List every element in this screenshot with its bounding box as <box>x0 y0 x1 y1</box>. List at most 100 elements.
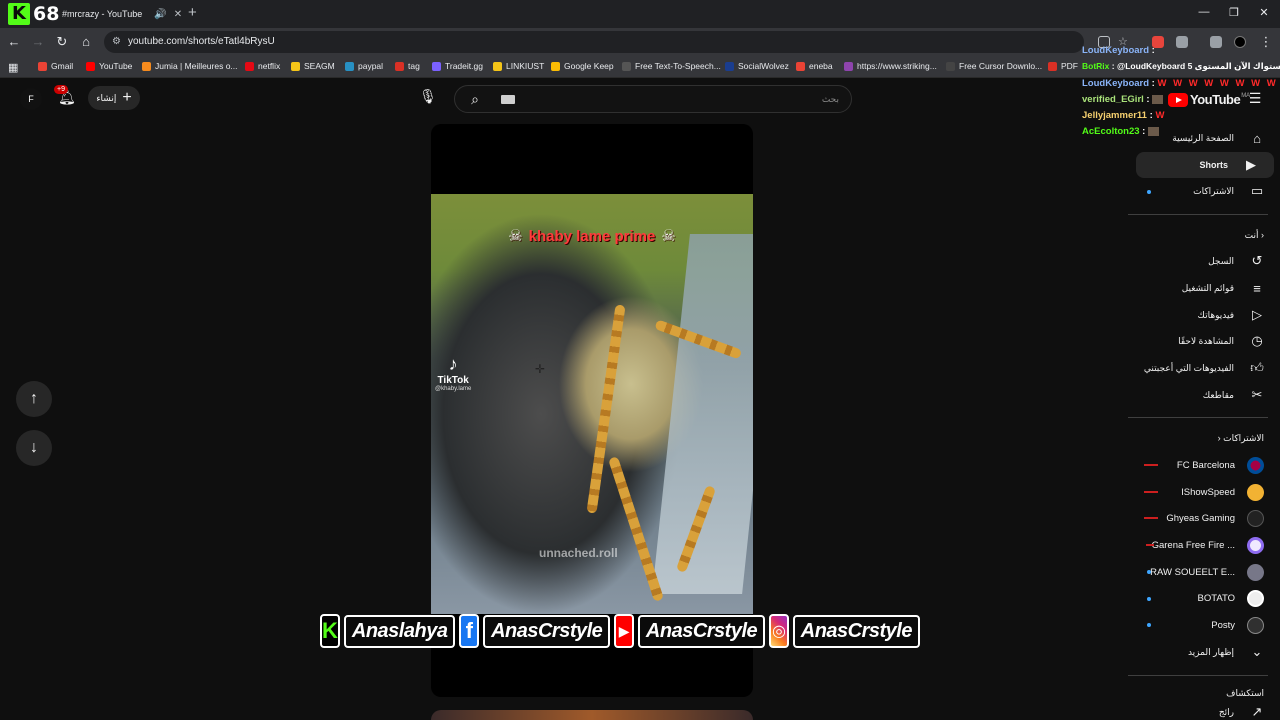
reading-list-icon[interactable] <box>1210 36 1222 48</box>
kick-logo-icon: K <box>8 3 30 25</box>
close-tab-icon[interactable]: ✕ <box>172 9 184 20</box>
bookmark-linkiust[interactable]: LINKIUST <box>493 61 544 71</box>
sidebar-item-playlists[interactable]: قوائم التشغيل ≡ <box>1130 275 1280 301</box>
sidebar-item-home[interactable]: الصفحة الرئيسية ⌂ <box>1130 125 1280 151</box>
sidebar-section-you[interactable]: أنت › <box>1130 230 1264 241</box>
bookmark-tag[interactable]: tag <box>395 61 420 71</box>
bookmark-paypal[interactable]: paypal <box>345 61 383 71</box>
back-icon[interactable]: ← <box>6 34 22 50</box>
youtube-logo[interactable]: YouTube MA <box>1168 92 1250 107</box>
maximize-icon[interactable]: ❐ <box>1226 6 1242 19</box>
sidebar-item-clips[interactable]: مقاطعك ✂ <box>1130 382 1280 408</box>
new-content-dot <box>1147 190 1151 194</box>
sidebar-item-label: إظهار المزيد <box>1187 646 1234 657</box>
home-icon[interactable]: ⌂ <box>78 34 94 50</box>
show-more-button[interactable]: إظهار المزيد ⌄ <box>1130 639 1280 665</box>
pdf-icon <box>1048 61 1057 71</box>
live-indicator <box>1144 517 1158 519</box>
tiktok-handle: @khaby.lame <box>435 386 472 392</box>
reload-icon[interactable]: ↻ <box>54 34 70 50</box>
bookmark-free-cursor[interactable]: Free Cursor Downlo... <box>946 61 1042 71</box>
next-short-button[interactable]: ↓ <box>16 430 52 466</box>
site-info-icon[interactable]: ⚙ <box>112 36 121 47</box>
close-window-icon[interactable]: ✕ <box>1256 6 1272 19</box>
channel-avatar <box>1247 483 1264 501</box>
sidebar-item-liked[interactable]: الفيديوهات التي أعجبتني 👍︎ <box>1130 355 1280 381</box>
previous-short-button[interactable]: ↑ <box>16 381 52 417</box>
jumia-icon <box>142 61 151 71</box>
netflix-icon <box>245 61 254 71</box>
arrow-up-icon: ↑ <box>30 390 38 407</box>
channel-name: Ghyeas Gaming <box>1166 512 1235 524</box>
bookmark-netflix[interactable]: netflix <box>245 61 280 71</box>
chat-message: LoudKeyboard : <box>1082 45 1155 56</box>
seagm-icon <box>291 61 300 71</box>
keyboard-icon[interactable] <box>501 95 515 104</box>
channel-avatar <box>1247 456 1264 474</box>
next-short-preview[interactable] <box>431 710 753 720</box>
tiktok-watermark: ♪ TikTok @khaby.lame <box>435 354 471 392</box>
sidebar-section-subscriptions[interactable]: › الاشتراكات <box>1130 433 1264 444</box>
channel-avatar <box>1247 616 1264 634</box>
sidebar-item-label: قوائم التشغيل <box>1181 282 1234 293</box>
sidebar-item-watch-later[interactable]: المشاهدة لاحقًا ◷ <box>1130 328 1280 354</box>
notifications-button[interactable]: 🔔︎ +9 <box>54 85 78 109</box>
subscriptions-icon: ▭ <box>1250 183 1264 198</box>
hamburger-menu-icon[interactable]: ☰ <box>1246 90 1264 107</box>
cursor-download-icon <box>946 61 955 71</box>
video-frame: ☠ khaby lame prime ☠ ♪ TikTok @khaby.lame … <box>431 194 753 614</box>
puzzle-extensions-icon[interactable] <box>1176 36 1188 48</box>
profile-icon[interactable] <box>1234 36 1246 48</box>
apps-grid-icon[interactable]: ▦ <box>8 61 18 74</box>
bookmark-google-keep[interactable]: Google Keep <box>551 61 614 71</box>
bookmark-eneba[interactable]: eneba <box>796 61 833 71</box>
live-indicator <box>1144 491 1158 493</box>
mouse-cursor-icon: ✛ <box>535 362 546 376</box>
bookmark-seagm[interactable]: SEAGM <box>291 61 335 71</box>
bookmark-gmail[interactable]: Gmail <box>38 61 73 71</box>
channel-name: RAW SOUEELT E... <box>1150 566 1235 578</box>
bookmark-socialwolvez[interactable]: SocialWolvez <box>725 61 789 71</box>
chevron-right-icon: › <box>1217 433 1221 443</box>
chat-message: BotRix : @LoudKeyboard 5 مستواك الآن الم… <box>1082 61 1280 72</box>
sidebar-item-subscriptions[interactable]: الاشتراكات ▭ <box>1130 178 1280 204</box>
sidebar-item-shorts[interactable]: Shorts ▶ <box>1136 152 1274 178</box>
chat-username: verified_EGirl <box>1082 94 1144 105</box>
url-field[interactable]: ⚙ youtube.com/shorts/eTatl4bRysU <box>104 31 1084 53</box>
speaker-icon[interactable]: 🔊 <box>154 9 166 20</box>
bookmark-free-tts[interactable]: Free Text-To-Speech... <box>622 61 721 71</box>
account-avatar[interactable]: F <box>20 88 42 110</box>
chrome-menu-icon[interactable]: ⋮ <box>1258 34 1274 50</box>
youtube-play-icon <box>1168 92 1188 107</box>
forward-icon[interactable]: → <box>30 34 46 50</box>
search-bar[interactable]: ⌕ بحث <box>454 85 852 113</box>
search-icon[interactable]: ⌕ <box>465 91 485 109</box>
microphone-icon: 🎙︎ <box>419 88 437 104</box>
playlists-icon: ≡ <box>1253 280 1261 296</box>
chat-text: W W W W W W W W W <box>1157 78 1280 89</box>
bookmark-tradeit[interactable]: Tradeit.gg <box>432 61 483 71</box>
bookmark-youtube[interactable]: YouTube <box>86 61 132 71</box>
sidebar-item-label: فيديوهاتك <box>1197 309 1234 320</box>
create-button[interactable]: إنشاء + <box>88 86 140 110</box>
bookmark-pdf[interactable]: PDF <box>1048 61 1078 71</box>
trending-icon: ↗ <box>1251 704 1263 719</box>
minimize-icon[interactable]: — <box>1196 6 1212 18</box>
sidebar-item-history[interactable]: السجل ↺ <box>1130 248 1280 274</box>
new-content-dot <box>1147 623 1151 627</box>
browser-tab-active[interactable]: #mrcrazy - YouTube 🔊 ✕ <box>52 2 184 26</box>
sidebar-item-your-videos[interactable]: فيديوهاتك ▷ <box>1130 302 1280 328</box>
sidebar-item-trending[interactable]: رائج ↗ <box>1130 704 1280 720</box>
instagram-handle: AnasCrstyle <box>792 614 920 648</box>
chat-username: BotRix <box>1082 61 1110 71</box>
youtube-logo-icon: ▶ <box>614 614 634 648</box>
your-videos-icon: ▷ <box>1252 307 1262 322</box>
streamer-socials-banner: K Anaslahya f AnasCrstyle ▶ AnasCrstyle … <box>320 612 920 650</box>
bookmark-striking[interactable]: https://www.striking... <box>844 61 937 71</box>
search-placeholder: بحث <box>821 94 839 104</box>
new-tab-button[interactable]: + <box>188 5 197 21</box>
bookmark-jumia[interactable]: Jumia | Meilleures o... <box>142 61 238 71</box>
tts-icon <box>622 61 631 71</box>
voice-search-button[interactable]: 🎙︎ <box>418 88 438 110</box>
gmail-icon <box>38 61 47 71</box>
